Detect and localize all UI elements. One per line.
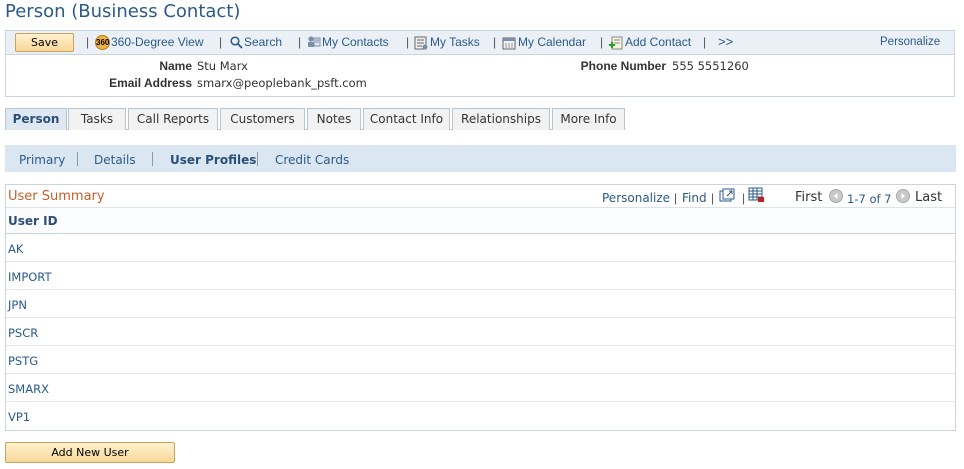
contacts-icon <box>308 36 321 47</box>
contact-header-panel: Name Stu Marx Email Address smarx@people… <box>5 55 955 97</box>
tasks-icon <box>414 36 428 50</box>
toolbar-separator: | <box>703 35 707 49</box>
grid-separator: | <box>674 191 678 205</box>
download-spreadsheet-icon[interactable] <box>748 187 765 203</box>
page-title: Person (Business Contact) <box>5 1 241 22</box>
row-range-label: 1-7 of 7 <box>847 192 892 206</box>
tab-notes[interactable]: Notes <box>307 108 361 130</box>
table-row: IMPORT <box>6 262 955 290</box>
grid-separator: | <box>711 191 715 205</box>
user-summary-grid: User Summary Personalize | Find | | Firs… <box>5 184 956 431</box>
grid-title: User Summary <box>8 189 105 204</box>
table-row: VP1 <box>6 402 955 430</box>
phone-value: 555 5551260 <box>672 59 749 73</box>
360-icon: 360 <box>95 35 110 51</box>
email-value: smarx@peoplebank_psft.com <box>197 76 367 90</box>
add-new-user-button[interactable]: Add New User <box>5 442 175 463</box>
search-link[interactable]: Search <box>230 35 282 49</box>
tab-customers[interactable]: Customers <box>220 108 305 130</box>
view-360-label: 360-Degree View <box>111 35 204 49</box>
subnav-divider <box>152 152 153 166</box>
table-row: PSTG <box>6 346 955 374</box>
subnav-bar: Primary Details User Profiles Credit Car… <box>5 145 956 172</box>
subnav-details[interactable]: Details <box>94 153 136 167</box>
tab-relationships[interactable]: Relationships <box>452 108 550 130</box>
toolbar-separator: | <box>298 35 302 49</box>
grid-personalize-link[interactable]: Personalize <box>602 191 670 205</box>
name-label: Name <box>159 59 192 73</box>
user-id-link[interactable]: VP1 <box>8 410 30 424</box>
table-row: PSCR <box>6 318 955 346</box>
view-all-icon[interactable] <box>719 188 735 203</box>
user-id-link[interactable]: SMARX <box>8 382 49 396</box>
next-arrow-icon[interactable] <box>896 189 910 203</box>
user-id-link[interactable]: IMPORT <box>8 270 51 284</box>
my-calendar-label: My Calendar <box>518 35 587 50</box>
user-id-link[interactable]: PSTG <box>8 354 38 368</box>
email-label: Email Address <box>109 76 192 90</box>
table-row: AK <box>6 234 955 262</box>
my-contacts-label: My Contacts <box>322 35 389 50</box>
my-tasks-link[interactable]: My Tasks <box>413 35 480 51</box>
column-header-user-id[interactable]: User ID <box>6 207 955 234</box>
toolbar-separator: | <box>86 35 90 49</box>
name-value: Stu Marx <box>197 59 248 73</box>
phone-label: Phone Number <box>580 59 666 73</box>
search-label: Search <box>244 35 283 49</box>
grid-separator: | <box>742 191 746 205</box>
more-toolbar-button[interactable]: >> <box>718 34 733 49</box>
tab-call-reports[interactable]: Call Reports <box>128 108 218 130</box>
toolbar-separator: | <box>600 35 604 49</box>
first-label: First <box>795 190 823 205</box>
grid-find-link[interactable]: Find <box>682 191 707 205</box>
toolbar-separator: | <box>493 35 497 49</box>
tab-contact-info[interactable]: Contact Info <box>363 108 450 130</box>
column-header-label: User ID <box>8 214 58 228</box>
user-id-link[interactable]: PSCR <box>8 326 38 340</box>
table-row: SMARX <box>6 374 955 402</box>
my-contacts-link[interactable]: My Contacts <box>305 35 389 51</box>
subnav-divider <box>77 152 78 166</box>
toolbar-separator: | <box>406 35 410 49</box>
save-button[interactable]: Save <box>15 33 74 52</box>
toolbar-personalize-link[interactable]: Personalize <box>880 36 940 48</box>
add-contact-link[interactable]: Add Contact <box>608 35 691 51</box>
search-icon <box>230 36 243 49</box>
tab-more-info[interactable]: More Info <box>552 108 625 130</box>
my-calendar-link[interactable]: My Calendar <box>501 35 586 51</box>
tab-person[interactable]: Person <box>5 108 67 130</box>
toolbar-separator: | <box>219 35 223 49</box>
user-id-link[interactable]: AK <box>8 242 23 256</box>
previous-arrow-icon[interactable] <box>829 189 843 203</box>
toolbar: Save | 360 360-Degree View | Search | My … <box>5 30 955 55</box>
last-label: Last <box>915 190 943 205</box>
tab-tasks[interactable]: Tasks <box>68 108 126 130</box>
grid-header: User Summary Personalize | Find | | Firs… <box>6 185 955 207</box>
subnav-user-profiles[interactable]: User Profiles <box>170 153 256 167</box>
view-360-link[interactable]: 360 360-Degree View <box>95 35 204 51</box>
my-tasks-label: My Tasks <box>430 35 480 50</box>
subnav-primary[interactable]: Primary <box>19 153 65 167</box>
subnav-divider <box>257 152 258 166</box>
subnav-credit-cards[interactable]: Credit Cards <box>275 153 349 167</box>
user-id-link[interactable]: JPN <box>8 298 27 312</box>
table-row: JPN <box>6 290 955 318</box>
add-contact-icon <box>609 36 623 50</box>
add-contact-label: Add Contact <box>625 35 692 50</box>
calendar-icon <box>502 37 516 50</box>
